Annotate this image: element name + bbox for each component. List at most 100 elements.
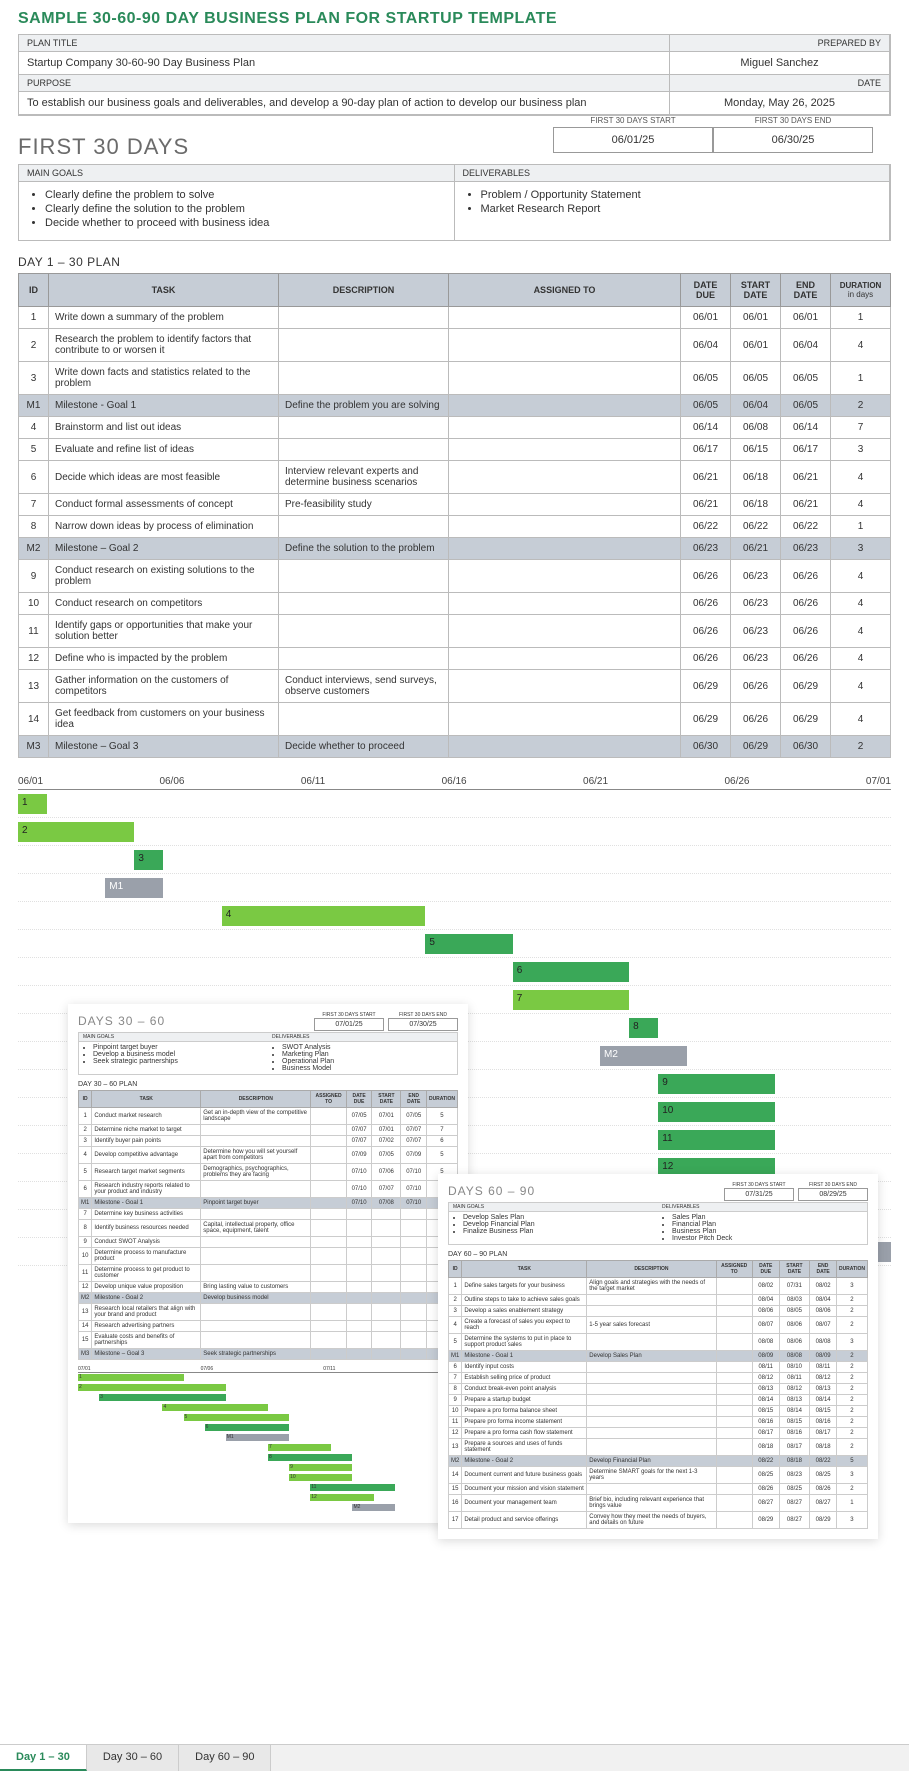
overlay-card-60-90: DAYS 60 – 90 FIRST 30 DAYS START07/31/25… (438, 1174, 878, 1539)
ov2-deliv-list: Sales PlanFinancial PlanBusiness PlanInv… (672, 1214, 863, 1242)
table-row: 2Determine niche market to target07/0707… (79, 1125, 458, 1136)
document-title: SAMPLE 30-60-90 DAY BUSINESS PLAN FOR ST… (18, 10, 891, 28)
table-row: 15Document your mission and vision state… (449, 1484, 868, 1495)
list-item: Financial Plan (672, 1221, 863, 1228)
ov1-gantt: 07/0107/0607/1107/16 123456M1789101112M2 (78, 1366, 458, 1513)
ov2-table: IDTASKDESCRIPTIONASSIGNED TO DATE DUESTA… (448, 1260, 868, 1529)
table-row: 9Prepare a startup budget08/1408/1308/14… (449, 1395, 868, 1406)
table-row: M1Milestone - Goal 1Develop Sales Plan08… (449, 1351, 868, 1362)
deliverables-list: Problem / Opportunity StatementMarket Re… (481, 188, 882, 216)
col-dur: DURATIONin days (831, 274, 891, 307)
table-row: M1Milestone - Goal 1Define the problem y… (19, 395, 891, 417)
list-item: SWOT Analysis (282, 1044, 453, 1051)
list-item: Business Model (282, 1065, 453, 1072)
col-id: ID (19, 274, 49, 307)
table-row: 14Get feedback from customers on your bu… (19, 703, 891, 736)
list-item: Seek strategic partnerships (93, 1058, 264, 1065)
gantt-tick: 06/11 (301, 776, 325, 787)
table-row: 2Outline steps to take to achieve sales … (449, 1295, 868, 1306)
col-due: DATE DUE (681, 274, 731, 307)
table-row: 7Conduct formal assessments of conceptPr… (19, 494, 891, 516)
table-row: 15Evaluate costs and benefits of partner… (79, 1332, 458, 1349)
ov2-end: 08/29/25 (798, 1188, 868, 1201)
tab-day-60-90[interactable]: Day 60 – 90 (179, 1745, 271, 1771)
gantt-bar: M2 (600, 1046, 687, 1066)
col-end: END DATE (781, 274, 831, 307)
table-row: 1Define sales targets for your businessA… (449, 1278, 868, 1295)
table-row: 3Develop a sales enablement strategy08/0… (449, 1306, 868, 1317)
ov1-start: 07/01/25 (314, 1018, 384, 1031)
list-item: Problem / Opportunity Statement (481, 188, 882, 202)
table-row: 7Determine key business activities (79, 1209, 458, 1220)
start-label: FIRST 30 DAYS START (553, 114, 713, 127)
table-row: 3Write down facts and statistics related… (19, 362, 891, 395)
gantt-row: M1 (18, 874, 891, 902)
table-row: 1Conduct market researchGet an in-depth … (79, 1108, 458, 1125)
table-row: 12Prepare a pro forma cash flow statemen… (449, 1428, 868, 1439)
ov2-goals-label: MAIN GOALS (449, 1203, 658, 1212)
list-item: Marketing Plan (282, 1051, 453, 1058)
list-item: Clearly define the problem to solve (45, 188, 446, 202)
list-item: Pinpoint target buyer (93, 1044, 264, 1051)
table-row: M3Milestone – Goal 3Seek strategic partn… (79, 1349, 458, 1360)
plan-table: ID TASK DESCRIPTION ASSIGNED TO DATE DUE… (18, 273, 891, 758)
list-item: Develop a business model (93, 1051, 264, 1058)
purpose-label: PURPOSE (19, 75, 670, 92)
tab-day-30-60[interactable]: Day 30 – 60 (87, 1745, 179, 1771)
col-task: TASK (49, 274, 279, 307)
table-row: 16Document your management teamBrief bio… (449, 1495, 868, 1512)
table-row: 5Determine the systems to put in place t… (449, 1334, 868, 1351)
ov1-plan-title: DAY 30 – 60 PLAN (78, 1081, 458, 1088)
gantt-bar: 6 (513, 962, 629, 982)
gantt-row: 4 (18, 902, 891, 930)
gantt-bar: 4 (222, 906, 426, 926)
date-value: Monday, May 26, 2025 (670, 92, 890, 115)
table-row: 13Gather information on the customers of… (19, 670, 891, 703)
main-goals-list: Clearly define the problem to solveClear… (45, 188, 446, 230)
goals-deliv-grid: MAIN GOALS DELIVERABLES Clearly define t… (18, 164, 891, 241)
gantt-row: 5 (18, 930, 891, 958)
table-row: 11Determine process to get product to cu… (79, 1265, 458, 1282)
table-row: 10Conduct research on competitors06/2606… (19, 593, 891, 615)
date-label: DATE (670, 75, 890, 92)
table-row: 1Write down a summary of the problem06/0… (19, 307, 891, 329)
table-row: 9Conduct SWOT Analysis (79, 1237, 458, 1248)
gantt-bar: 7 (513, 990, 629, 1010)
table-row: 2Research the problem to identify factor… (19, 329, 891, 362)
table-row: 11Identify gaps or opportunities that ma… (19, 615, 891, 648)
tab-day-1-30[interactable]: Day 1 – 30 (0, 1745, 87, 1771)
table-row: 12Develop unique value propositionBring … (79, 1282, 458, 1293)
table-row: 6Decide which ideas are most feasibleInt… (19, 461, 891, 494)
table-row: 4Develop competitive advantageDetermine … (79, 1147, 458, 1164)
list-item: Decide whether to proceed with business … (45, 216, 446, 230)
list-item: Business Plan (672, 1228, 863, 1235)
table-row: M1Milestone - Goal 1Pinpoint target buye… (79, 1198, 458, 1209)
ov2-plan-title: DAY 60 – 90 PLAN (448, 1251, 868, 1258)
col-start: START DATE (731, 274, 781, 307)
ov1-deliv-label: DELIVERABLES (268, 1033, 457, 1042)
gantt-bar: 8 (629, 1018, 658, 1038)
gantt-bar: 1 (18, 794, 47, 814)
table-row: 12Define who is impacted by the problem0… (19, 648, 891, 670)
table-row: 9Conduct research on existing solutions … (19, 560, 891, 593)
plan-title-label: PLAN TITLE (19, 35, 670, 52)
table-row: 8Narrow down ideas by process of elimina… (19, 516, 891, 538)
gantt-bar: 5 (425, 934, 512, 954)
table-row: 4Brainstorm and list out ideas06/1406/08… (19, 417, 891, 439)
purpose-value: To establish our business goals and deli… (19, 92, 670, 115)
table-row: 4Create a forecast of sales you expect t… (449, 1317, 868, 1334)
ov1-table: IDTASKDESCRIPTIONASSIGNED TO DATE DUESTA… (78, 1090, 458, 1360)
gantt-row: 6 (18, 958, 891, 986)
dates-box: FIRST 30 DAYS START06/01/25 FIRST 30 DAY… (553, 114, 873, 153)
header-grid: PLAN TITLE PREPARED BY Startup Company 3… (18, 34, 891, 116)
table-row: 14Research advertising partners (79, 1321, 458, 1332)
gantt-bar: 2 (18, 822, 134, 842)
table-row: 8Conduct break-even point analysis08/130… (449, 1384, 868, 1395)
plan-title-value: Startup Company 30-60-90 Day Business Pl… (19, 52, 670, 75)
table-row: 6Identify input costs08/1108/1008/112 (449, 1362, 868, 1373)
table-row: 7Establish selling price of product08/12… (449, 1373, 868, 1384)
ov2-deliv-label: DELIVERABLES (658, 1203, 867, 1212)
gantt-row: 1 (18, 790, 891, 818)
start-value: 06/01/25 (553, 127, 713, 153)
gantt-bar: 3 (134, 850, 163, 870)
